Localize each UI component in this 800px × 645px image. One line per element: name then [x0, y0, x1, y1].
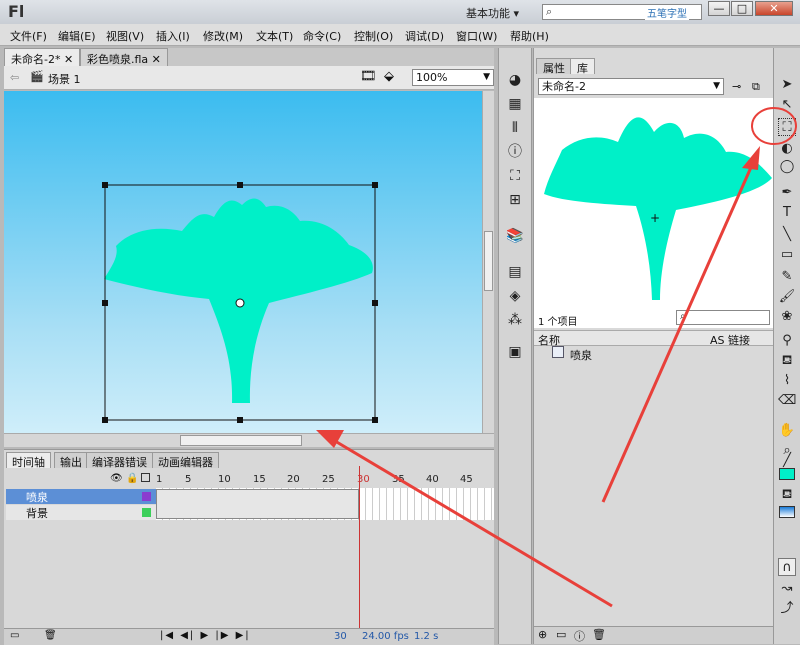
annotation-circle: [751, 107, 797, 145]
annotation-arrowhead: [742, 146, 760, 170]
annotation-arrow: [329, 436, 613, 608]
annotation-arrow: [601, 155, 758, 503]
annotation-overlay: [316, 107, 797, 608]
